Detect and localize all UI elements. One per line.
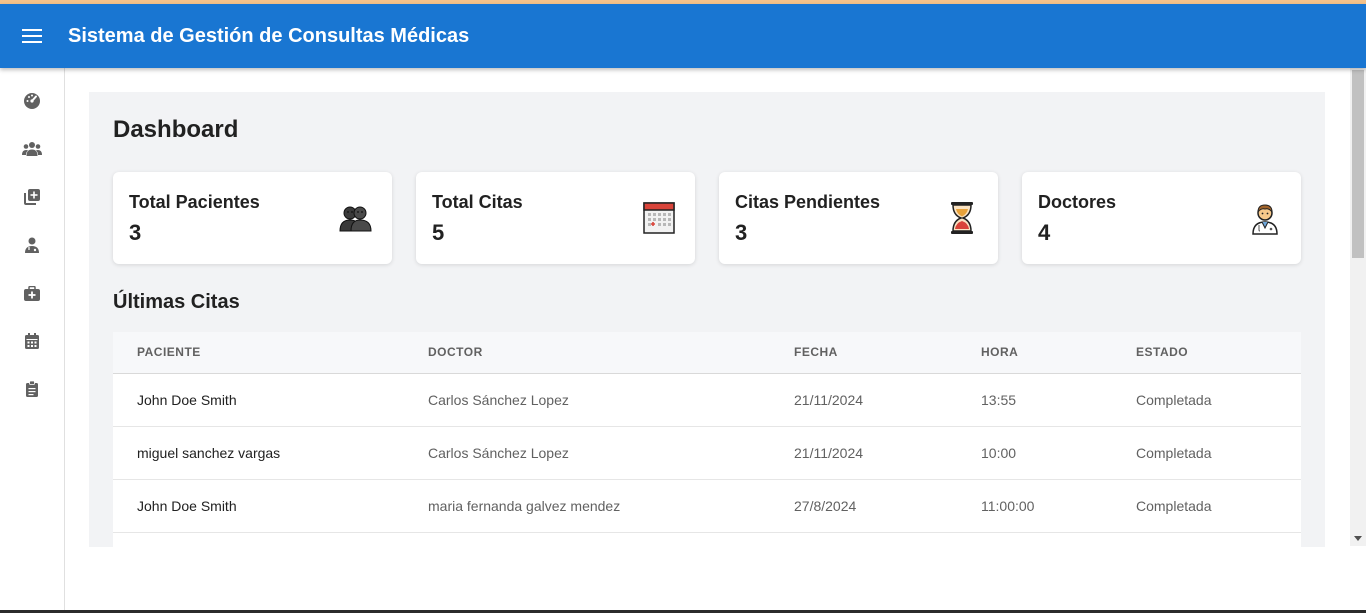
sidebar-item-reports[interactable] xyxy=(0,369,64,409)
recent-appointments-title: Últimas Citas xyxy=(113,291,240,313)
stat-card-patients: Total Pacientes 3 xyxy=(113,172,392,264)
table-header-row: PACIENTE DOCTOR FECHA HORA ESTADO xyxy=(113,332,1301,374)
cell-doctor: Carlos Sánchez Lopez xyxy=(404,426,770,480)
stat-card-value: 5 xyxy=(432,220,445,245)
sidebar-item-add-consultation[interactable] xyxy=(0,177,64,217)
doctor-icon xyxy=(25,237,39,253)
patients-emoji-icon xyxy=(339,206,372,232)
column-header-date: FECHA xyxy=(770,332,957,374)
stat-card-label: Doctores xyxy=(1038,192,1117,212)
medical-kit-icon xyxy=(24,285,40,301)
column-header-doctor: DOCTOR xyxy=(404,332,770,374)
app-title: Sistema de Gestión de Consultas Médicas xyxy=(68,24,470,47)
clipboard-icon xyxy=(26,381,38,397)
table-row: miguel sanchez vargas Carlos Sánchez Lop… xyxy=(113,426,1301,480)
stat-card-label: Citas Pendientes xyxy=(735,192,881,212)
page-title: Dashboard xyxy=(113,116,239,143)
sidebar-item-appointments[interactable] xyxy=(0,321,64,361)
cell-time: 10:00 xyxy=(957,426,1112,480)
calendar-emoji-icon xyxy=(643,202,675,234)
cell-status: Completada xyxy=(1112,373,1301,427)
table-row: John Doe Smith Carlos Sánchez Lopez 21/1… xyxy=(113,373,1301,427)
menu-button[interactable] xyxy=(0,4,64,68)
health-worker-icon xyxy=(1252,204,1278,235)
cell-status: Completada xyxy=(1112,479,1301,533)
cell-patient: John Doe Smith xyxy=(113,479,404,533)
stat-card-label: Total Pacientes xyxy=(129,192,260,212)
sidebar-item-dashboard[interactable] xyxy=(0,81,64,121)
table-row: John Doe Smith maria fernanda galvez men… xyxy=(113,479,1301,533)
patients-icon xyxy=(22,142,42,156)
column-header-patient: PACIENTE xyxy=(113,332,404,374)
column-header-time: HORA xyxy=(957,332,1112,374)
hamburger-menu-icon xyxy=(22,29,42,43)
cell-date: 21/11/2024 xyxy=(770,373,957,427)
app-bar: Sistema de Gestión de Consultas Médicas xyxy=(0,4,1366,68)
column-header-status: ESTADO xyxy=(1112,332,1301,374)
dashboard-icon xyxy=(24,93,40,109)
scroll-down-arrow-icon xyxy=(1354,535,1362,541)
stat-card-value: 3 xyxy=(129,220,142,245)
stat-card-pending: Citas Pendientes 3 xyxy=(719,172,998,264)
sidebar-item-medical-kit[interactable] xyxy=(0,273,64,313)
cell-time: 13:55 xyxy=(957,373,1112,427)
stat-card-doctors: Doctores 4 xyxy=(1022,172,1301,264)
cell-status: Completada xyxy=(1112,426,1301,480)
cell-date: 27/8/2024 xyxy=(770,479,957,533)
vertical-scrollbar[interactable] xyxy=(1350,68,1366,546)
sidebar-item-patients[interactable] xyxy=(0,129,64,169)
add-consultation-icon xyxy=(24,189,40,205)
cell-date: 21/11/2024 xyxy=(770,426,957,480)
hourglass-icon xyxy=(951,202,973,234)
table-row-partial xyxy=(113,532,1301,547)
cell-patient: miguel sanchez vargas xyxy=(113,426,404,480)
cell-doctor: Carlos Sánchez Lopez xyxy=(404,373,770,427)
cell-doctor: maria fernanda galvez mendez xyxy=(404,479,770,533)
main-content: Dashboard Total Pacientes 3 Total Citas … xyxy=(89,92,1325,547)
appointments-table: PACIENTE DOCTOR FECHA HORA ESTADO John D… xyxy=(113,332,1301,547)
stat-card-appointments: Total Citas 5 xyxy=(416,172,695,264)
calendar-icon xyxy=(25,333,39,349)
scrollbar-thumb[interactable] xyxy=(1352,70,1364,258)
cell-time: 11:00:00 xyxy=(957,479,1112,533)
scroll-down-button[interactable] xyxy=(1350,530,1366,546)
stat-card-value: 3 xyxy=(735,220,748,245)
sidebar-item-doctors[interactable] xyxy=(0,225,64,265)
cell-patient: John Doe Smith xyxy=(113,373,404,427)
stat-card-value: 4 xyxy=(1038,220,1051,245)
sidebar xyxy=(0,68,65,613)
stat-card-label: Total Citas xyxy=(432,192,523,212)
